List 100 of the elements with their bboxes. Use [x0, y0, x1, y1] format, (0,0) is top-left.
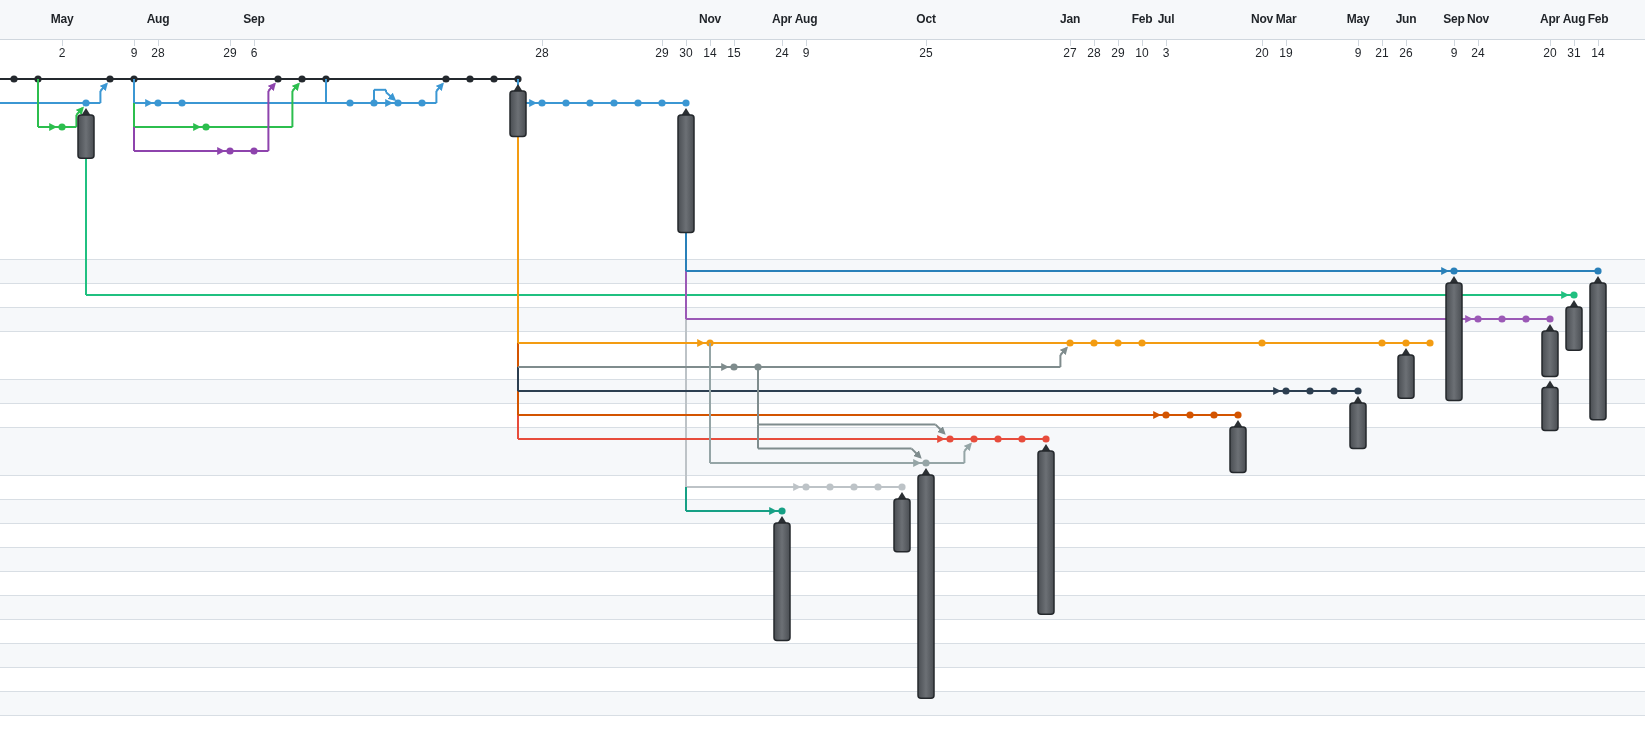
- commit-dot[interactable]: [250, 147, 258, 155]
- day-label: 29: [1111, 46, 1125, 60]
- commit-dot[interactable]: [1066, 339, 1074, 347]
- commit-dot[interactable]: [466, 75, 474, 83]
- commit-dot[interactable]: [274, 75, 282, 83]
- month-label: Mar: [1275, 12, 1297, 26]
- day-label: 26: [1399, 46, 1413, 60]
- tag-marker[interactable]: [893, 492, 911, 553]
- commit-dot[interactable]: [1042, 435, 1050, 443]
- commit-dot[interactable]: [898, 483, 906, 491]
- commit-dot[interactable]: [346, 99, 354, 107]
- day-label: 29: [655, 46, 669, 60]
- commit-dot[interactable]: [1282, 387, 1290, 395]
- commit-dot[interactable]: [34, 75, 42, 83]
- commit-dot[interactable]: [1090, 339, 1098, 347]
- commit-dot[interactable]: [1570, 291, 1578, 299]
- tag-marker[interactable]: [773, 516, 791, 642]
- commit-dot[interactable]: [1162, 411, 1170, 419]
- commit-dot[interactable]: [202, 123, 210, 131]
- commit-dot[interactable]: [1138, 339, 1146, 347]
- commit-dot[interactable]: [130, 75, 138, 83]
- tag-marker[interactable]: [1541, 324, 1559, 378]
- commit-dot[interactable]: [682, 99, 690, 107]
- month-label: Aug: [146, 12, 170, 26]
- commit-dot[interactable]: [490, 75, 498, 83]
- commit-dot[interactable]: [874, 483, 882, 491]
- commit-dot[interactable]: [946, 435, 954, 443]
- month-label: Aug: [794, 12, 818, 26]
- commit-dot[interactable]: [994, 435, 1002, 443]
- tag-marker[interactable]: [1541, 380, 1559, 432]
- tag-marker[interactable]: [1445, 276, 1463, 402]
- tag-marker[interactable]: [677, 108, 695, 234]
- commit-dot[interactable]: [514, 75, 522, 83]
- commit-dot[interactable]: [778, 507, 786, 515]
- day-label: 25: [919, 46, 933, 60]
- month-label: Nov: [698, 12, 722, 26]
- commit-dot[interactable]: [442, 75, 450, 83]
- commit-dot[interactable]: [610, 99, 618, 107]
- commit-dot[interactable]: [106, 75, 114, 83]
- commit-dot[interactable]: [1498, 315, 1506, 323]
- commit-dot[interactable]: [802, 483, 810, 491]
- commit-dot[interactable]: [1330, 387, 1338, 395]
- tag-marker[interactable]: [917, 468, 935, 699]
- commit-dot[interactable]: [370, 99, 378, 107]
- commit-dot[interactable]: [850, 483, 858, 491]
- commit-dot[interactable]: [730, 363, 738, 371]
- commit-dot[interactable]: [586, 99, 594, 107]
- commit-dot[interactable]: [1018, 435, 1026, 443]
- commit-dot[interactable]: [1210, 411, 1218, 419]
- commit-dot[interactable]: [1450, 267, 1458, 275]
- commit-dot[interactable]: [1186, 411, 1194, 419]
- tag-marker[interactable]: [1397, 348, 1415, 399]
- tag-marker[interactable]: [1589, 276, 1607, 421]
- commit-dot[interactable]: [562, 99, 570, 107]
- day-label: 20: [1255, 46, 1269, 60]
- commit-dot[interactable]: [1594, 267, 1602, 275]
- commit-dot[interactable]: [10, 75, 18, 83]
- commit-dot[interactable]: [1378, 339, 1386, 347]
- month-label: Oct: [916, 12, 936, 26]
- commit-dot[interactable]: [1426, 339, 1434, 347]
- day-label: 24: [1471, 46, 1485, 60]
- commit-dot[interactable]: [82, 99, 90, 107]
- commit-dot[interactable]: [634, 99, 642, 107]
- day-label: 27: [1063, 46, 1077, 60]
- day-label: 28: [151, 46, 165, 60]
- tag-marker[interactable]: [77, 108, 95, 159]
- commit-dot[interactable]: [1306, 387, 1314, 395]
- commit-dot[interactable]: [1402, 339, 1410, 347]
- commit-dot[interactable]: [178, 99, 186, 107]
- tag-marker[interactable]: [1229, 420, 1247, 474]
- commit-dot[interactable]: [1546, 315, 1554, 323]
- commit-dot[interactable]: [922, 459, 930, 467]
- tag-marker[interactable]: [509, 84, 527, 138]
- month-label: Jan: [1059, 12, 1081, 26]
- day-label: 14: [703, 46, 717, 60]
- commit-dot[interactable]: [1354, 387, 1362, 395]
- commit-dot[interactable]: [1234, 411, 1242, 419]
- commit-dot[interactable]: [154, 99, 162, 107]
- commit-dot[interactable]: [1474, 315, 1482, 323]
- commit-dot[interactable]: [970, 435, 978, 443]
- commit-dot[interactable]: [1114, 339, 1122, 347]
- tag-marker[interactable]: [1565, 300, 1583, 351]
- commit-dot[interactable]: [322, 75, 330, 83]
- commit-dot[interactable]: [298, 75, 306, 83]
- commit-dot[interactable]: [754, 363, 762, 371]
- commit-dot[interactable]: [226, 147, 234, 155]
- commit-dot[interactable]: [394, 99, 402, 107]
- commit-dot[interactable]: [1258, 339, 1266, 347]
- month-label: Apr: [771, 12, 793, 26]
- commit-dot[interactable]: [658, 99, 666, 107]
- commit-dot[interactable]: [418, 99, 426, 107]
- day-label: 3: [1162, 46, 1170, 60]
- tag-marker[interactable]: [1349, 396, 1367, 450]
- commit-dot[interactable]: [826, 483, 834, 491]
- tag-marker[interactable]: [1037, 444, 1055, 615]
- commit-dot[interactable]: [538, 99, 546, 107]
- day-label: 2: [58, 46, 66, 60]
- commit-dot[interactable]: [58, 123, 66, 131]
- commit-dot[interactable]: [706, 339, 714, 347]
- commit-dot[interactable]: [1522, 315, 1530, 323]
